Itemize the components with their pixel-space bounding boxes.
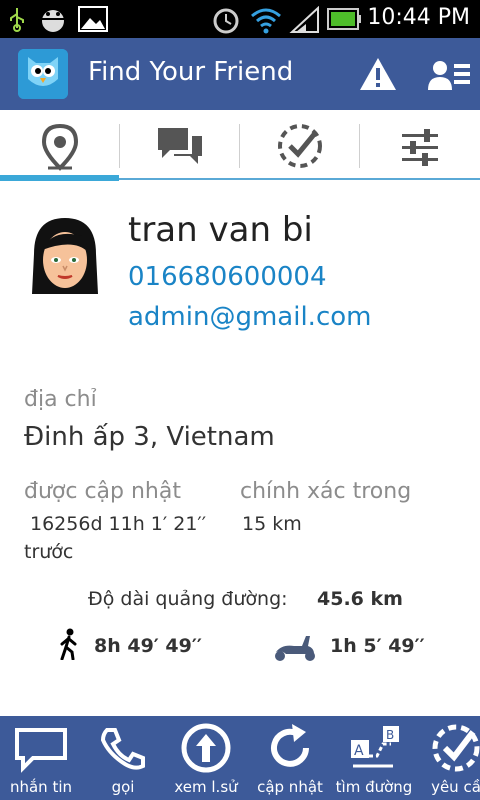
walking-icon <box>60 628 77 660</box>
bottom-action-bar: nhắn tin gọi xem l.sử cập nhật A B tìm đ… <box>0 716 480 800</box>
status-time: 10:44 PM <box>367 5 470 30</box>
request-button-label: yêu cầ <box>431 778 480 796</box>
location-pin-icon <box>41 124 79 171</box>
updated-label: được cập nhật <box>24 479 181 504</box>
tab-active-indicator <box>0 175 119 181</box>
walk-time: 8h 49′ 49′′ <box>94 635 202 657</box>
tab-location[interactable] <box>0 110 120 182</box>
call-button-label: gọi <box>111 778 135 796</box>
bug-icon <box>42 10 64 32</box>
alarm-icon <box>213 8 239 34</box>
refresh-button-label: cập nhật <box>257 778 323 796</box>
svg-text:B: B <box>386 728 394 742</box>
accuracy-value: 15 km <box>242 513 302 535</box>
app-logo[interactable] <box>18 49 68 99</box>
app-title: Find Your Friend <box>88 57 294 87</box>
avatar <box>32 218 98 294</box>
distance-label: Độ dài quảng đường: <box>88 588 288 610</box>
request-icon <box>432 724 480 772</box>
history-button-label: xem l.sử <box>174 778 238 796</box>
friend-name: tran van bi <box>128 210 313 250</box>
accuracy-label: chính xác trong <box>240 479 412 504</box>
friend-phone-link[interactable]: 016680600004 <box>128 262 327 292</box>
scooter-icon <box>275 636 315 661</box>
bird-logo-icon <box>18 49 68 99</box>
status-bar: 10:44 PM <box>0 0 480 38</box>
usb-icon <box>10 8 24 32</box>
directions-button[interactable]: A B tìm đường <box>332 716 416 800</box>
refresh-icon <box>271 724 309 767</box>
svg-text:A: A <box>354 743 364 759</box>
warning-icon[interactable] <box>358 56 398 92</box>
directions-button-label: tìm đường <box>335 778 413 796</box>
message-icon <box>15 728 67 773</box>
check-circle-icon <box>278 124 322 168</box>
address-value: Đinh ấp 3, Vietnam <box>24 422 275 452</box>
scooter-time: 1h 5′ 49′′ <box>330 635 425 657</box>
battery-icon <box>327 8 361 30</box>
wifi-icon <box>251 8 281 34</box>
history-icon <box>181 723 231 773</box>
tab-chat[interactable] <box>120 110 240 182</box>
tab-settings[interactable] <box>360 110 480 182</box>
call-button[interactable]: gọi <box>82 716 164 800</box>
image-icon <box>78 6 108 32</box>
phone-icon <box>100 728 145 770</box>
history-button[interactable]: xem l.sử <box>164 716 248 800</box>
updated-value: 16256d 11h 1′ 21′′ <box>30 513 207 535</box>
chat-icon <box>158 128 202 164</box>
friend-email-link[interactable]: admin@gmail.com <box>128 302 371 332</box>
message-button-label: nhắn tin <box>9 778 73 796</box>
message-button[interactable]: nhắn tin <box>0 716 82 800</box>
distance-value: 45.6 km <box>317 588 403 610</box>
updated-suffix: trước <box>24 541 74 563</box>
tab-bar <box>0 110 480 182</box>
app-bar: Find Your Friend <box>0 38 480 110</box>
settings-sliders-icon <box>402 129 438 166</box>
signal-icon <box>289 6 319 33</box>
request-button[interactable]: yêu cầ <box>416 716 480 800</box>
directions-icon: A B <box>351 726 399 768</box>
contacts-icon[interactable] <box>426 58 472 92</box>
address-label: địa chỉ <box>24 387 97 412</box>
tab-check[interactable] <box>240 110 360 182</box>
refresh-button[interactable]: cập nhật <box>248 716 332 800</box>
